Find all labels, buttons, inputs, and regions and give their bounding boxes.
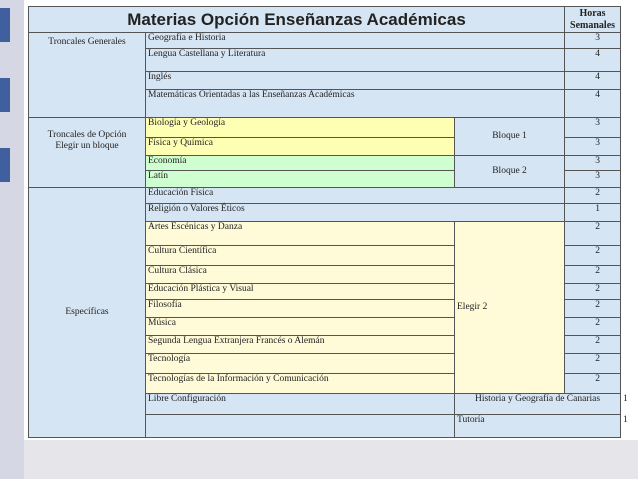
hours-cell: 1 <box>564 203 622 222</box>
subject-cell: Cultura Clásica <box>145 264 455 284</box>
hours-cell: 2 <box>564 244 622 266</box>
hours-header-line1: Horas <box>579 7 606 19</box>
subject-cell: Cultura Científica <box>145 244 455 266</box>
subject-cell: Tecnología <box>145 352 455 374</box>
subject-cell: Educación Física <box>144 187 566 205</box>
subject-cell: Educación Plástica y Visual <box>145 282 455 301</box>
subject-cell: Segunda Lengua Extranjera Francés o Alem… <box>145 335 455 354</box>
subject-cell: Tutoría <box>453 413 622 439</box>
hours-header: Horas Semanales <box>564 5 622 34</box>
group-troncales-opcion-line1: Troncales de Opción <box>47 130 127 141</box>
subject-cell: Música <box>145 317 455 337</box>
subject-cell: Artes Escénicas y Danza <box>145 220 455 246</box>
hours-cell: 3 <box>564 137 622 156</box>
hours-cell: 2 <box>564 372 622 394</box>
hours-cell: 2 <box>564 220 622 246</box>
subject-cell: Geografía e Historia <box>144 32 566 49</box>
hours-cell: 3 <box>564 117 622 139</box>
subject-cell: Inglés <box>144 70 566 90</box>
hours-cell: 2 <box>564 282 622 301</box>
subject-cell: Física y Química <box>145 137 455 156</box>
group-especificas: Específicas <box>28 187 146 438</box>
hours-cell: 3 <box>564 169 622 189</box>
subject-cell: Economía <box>145 154 455 171</box>
left-strip <box>0 0 24 479</box>
subject-cell: Religión o Valores Éticos <box>144 203 566 222</box>
subject-cell: Matemáticas Orientadas a las Enseñanzas … <box>144 88 566 119</box>
hours-cell: 3 <box>564 154 622 171</box>
block-bloque2: Bloque 2 <box>453 154 566 189</box>
table-title: Materias Opción Enseñanzas Académicas <box>27 5 566 34</box>
hours-header-line2: Semanales <box>570 19 616 31</box>
bottom-strip <box>24 440 638 479</box>
subject-cell: Filosofía <box>145 299 455 319</box>
hours-cell: 4 <box>564 70 622 90</box>
subject-cell: Lengua Castellana y Literatura <box>144 47 566 72</box>
hours-cell: 2 <box>564 335 622 354</box>
hours-cell: 4 <box>564 88 622 119</box>
hours-cell: 2 <box>564 317 622 337</box>
subjects-table: Materias Opción Enseñanzas Académicas Ho… <box>27 5 628 439</box>
left-tab <box>0 8 10 42</box>
group-troncales-opcion: Troncales de Opción Elegir un bloque <box>28 117 146 189</box>
group-troncales-opcion-line2: Elegir un bloque <box>55 141 119 152</box>
hours-cell: 2 <box>564 352 622 374</box>
left-tab <box>0 78 10 112</box>
block-bloque1: Bloque 1 <box>453 117 566 156</box>
group-troncales-generales: Troncales Generales <box>28 32 146 119</box>
hours-cell: 2 <box>564 264 622 284</box>
subject-cell: Tecnologías de la Información y Comunica… <box>145 372 455 394</box>
hours-cell: 4 <box>564 47 622 72</box>
subject-cell: Latín <box>145 169 455 189</box>
left-tab <box>0 148 10 182</box>
hours-cell: 2 <box>564 299 622 319</box>
hours-cell: 3 <box>564 32 622 49</box>
block-elegir2: Elegir 2 <box>453 220 566 394</box>
group-libre-configuracion: Libre Configuración <box>145 392 455 415</box>
empty-group-cell <box>145 413 455 439</box>
hours-cell: 2 <box>564 187 622 205</box>
subject-cell: Biología y Geología <box>145 117 455 139</box>
subject-cell: Historia y Geografía de Canarias <box>453 392 622 415</box>
